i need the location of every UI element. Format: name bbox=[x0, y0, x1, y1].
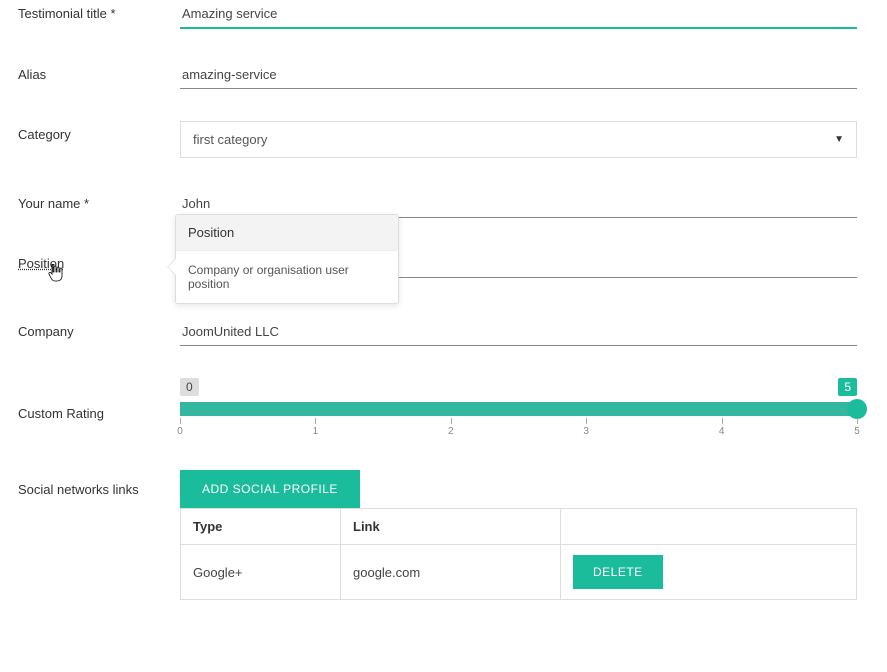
tick-label-3: 3 bbox=[583, 426, 589, 437]
social-row-link: google.com bbox=[341, 545, 561, 600]
slider-track[interactable] bbox=[180, 402, 857, 416]
tick-label-1: 1 bbox=[313, 426, 319, 437]
position-tooltip: Position Company or organisation user po… bbox=[175, 214, 399, 304]
label-your-name: Your name * bbox=[0, 190, 180, 211]
social-table: Type Link Google+ google.com DELETE bbox=[180, 508, 857, 600]
company-input[interactable] bbox=[180, 318, 857, 346]
social-row: Google+ google.com DELETE bbox=[181, 545, 857, 600]
label-testimonial-title: Testimonial title * bbox=[0, 0, 180, 21]
slider-max-badge: 5 bbox=[838, 378, 857, 396]
label-category: Category bbox=[0, 121, 180, 142]
tick-label-0: 0 bbox=[177, 426, 183, 437]
slider-min-badge: 0 bbox=[180, 378, 199, 396]
category-selected-value: first category bbox=[193, 132, 267, 147]
social-header-link: Link bbox=[341, 509, 561, 545]
delete-social-button[interactable]: DELETE bbox=[573, 555, 663, 589]
tooltip-body: Company or organisation user position bbox=[176, 251, 398, 303]
tick-label-5: 5 bbox=[854, 426, 860, 437]
alias-input[interactable] bbox=[180, 61, 857, 89]
social-row-type: Google+ bbox=[181, 545, 341, 600]
slider-handle[interactable] bbox=[847, 399, 867, 419]
testimonial-title-input[interactable] bbox=[180, 0, 857, 29]
category-select[interactable]: first category ▼ bbox=[180, 121, 857, 158]
chevron-down-icon: ▼ bbox=[834, 134, 844, 145]
label-social-networks: Social networks links bbox=[0, 470, 180, 497]
label-alias: Alias bbox=[0, 61, 180, 82]
label-custom-rating: Custom Rating bbox=[0, 378, 180, 421]
tick-label-4: 4 bbox=[719, 426, 725, 437]
label-position: Position bbox=[18, 256, 64, 271]
rating-slider[interactable]: 0 5 0 1 2 3 4 5 bbox=[180, 378, 857, 438]
tooltip-title: Position bbox=[176, 215, 398, 251]
social-header-action bbox=[561, 509, 857, 545]
social-header-type: Type bbox=[181, 509, 341, 545]
add-social-profile-button[interactable]: ADD SOCIAL PROFILE bbox=[180, 470, 360, 508]
label-company: Company bbox=[0, 318, 180, 339]
slider-ticks: 0 1 2 3 4 5 bbox=[180, 418, 857, 438]
tick-label-2: 2 bbox=[448, 426, 454, 437]
